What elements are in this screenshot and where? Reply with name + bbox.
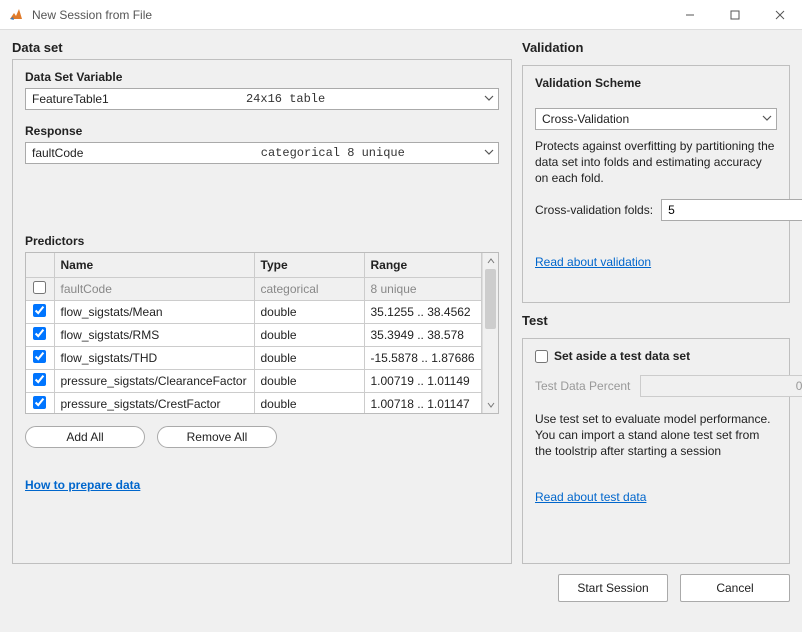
row-range: 35.3949 .. 38.578 [364, 323, 482, 346]
matlab-logo-icon [8, 7, 24, 23]
test-title: Test [522, 313, 790, 328]
scheme-label: Validation Scheme [535, 76, 777, 90]
test-link[interactable]: Read about test data [535, 490, 646, 504]
table-row[interactable]: pressure_sigstats/ClearanceFactor double… [26, 369, 482, 392]
col-name: Name [54, 253, 254, 277]
dataset-title: Data set [12, 40, 512, 55]
row-type: double [254, 392, 364, 413]
scheme-select[interactable]: Cross-Validation [535, 108, 777, 130]
row-name: flow_sigstats/THD [54, 346, 254, 369]
variable-select[interactable]: FeatureTable1 24x16 table [25, 88, 499, 110]
row-type: double [254, 369, 364, 392]
row-type: double [254, 323, 364, 346]
row-type: categorical [254, 277, 364, 300]
response-select[interactable]: faultCode categorical 8 unique [25, 142, 499, 164]
maximize-button[interactable] [712, 0, 757, 30]
row-checkbox[interactable] [33, 396, 46, 409]
scroll-thumb[interactable] [485, 269, 496, 329]
scroll-down-icon[interactable] [483, 397, 498, 413]
row-checkbox[interactable] [33, 350, 46, 363]
row-name: pressure_sigstats/ClearanceFactor [54, 369, 254, 392]
row-range: 1.00719 .. 1.01149 [364, 369, 482, 392]
row-checkbox[interactable] [33, 373, 46, 386]
table-row[interactable]: flow_sigstats/THD double -15.5878 .. 1.8… [26, 346, 482, 369]
validation-title: Validation [522, 40, 790, 55]
row-type: double [254, 300, 364, 323]
percent-input [640, 375, 802, 397]
validation-desc: Protects against overfitting by partitio… [535, 138, 777, 187]
table-row[interactable]: pressure_sigstats/CrestFactor double 1.0… [26, 392, 482, 413]
folds-input[interactable] [661, 199, 802, 221]
row-range: 1.00718 .. 1.01147 [364, 392, 482, 413]
folds-spinner[interactable] [661, 199, 751, 221]
col-checkbox [26, 253, 54, 277]
start-session-button[interactable]: Start Session [558, 574, 668, 602]
chevron-down-icon [762, 112, 772, 126]
table-row[interactable]: faultCode categorical 8 unique [26, 277, 482, 300]
folds-label: Cross-validation folds: [535, 203, 653, 217]
minimize-button[interactable] [667, 0, 712, 30]
add-all-button[interactable]: Add All [25, 426, 145, 448]
col-type: Type [254, 253, 364, 277]
variable-label: Data Set Variable [25, 70, 499, 84]
row-name: pressure_sigstats/CrestFactor [54, 392, 254, 413]
set-aside-checkbox[interactable] [535, 350, 548, 363]
validation-link[interactable]: Read about validation [535, 255, 651, 269]
row-name: faultCode [54, 277, 254, 300]
test-desc: Use test set to evaluate model performan… [535, 411, 777, 460]
percent-spinner [640, 375, 730, 397]
variable-meta: 24x16 table [246, 92, 325, 106]
close-button[interactable] [757, 0, 802, 30]
row-name: flow_sigstats/RMS [54, 323, 254, 346]
table-row[interactable]: flow_sigstats/Mean double 35.1255 .. 38.… [26, 300, 482, 323]
table-row[interactable]: flow_sigstats/RMS double 35.3949 .. 38.5… [26, 323, 482, 346]
set-aside-label: Set aside a test data set [554, 349, 690, 363]
row-name: flow_sigstats/Mean [54, 300, 254, 323]
row-checkbox[interactable] [33, 281, 46, 294]
percent-label: Test Data Percent [535, 379, 630, 393]
response-meta: categorical 8 unique [261, 146, 405, 160]
table-scrollbar[interactable] [482, 253, 498, 413]
remove-all-button[interactable]: Remove All [157, 426, 277, 448]
cancel-button[interactable]: Cancel [680, 574, 790, 602]
row-checkbox[interactable] [33, 304, 46, 317]
titlebar: New Session from File [0, 0, 802, 30]
window-title: New Session from File [32, 8, 667, 22]
response-value: faultCode [32, 146, 83, 160]
row-type: double [254, 346, 364, 369]
predictors-table: Name Type Range faultCode categorical 8 … [25, 252, 499, 414]
chevron-down-icon [484, 146, 494, 160]
variable-value: FeatureTable1 [32, 92, 109, 106]
prepare-data-link[interactable]: How to prepare data [25, 478, 499, 492]
row-range: 8 unique [364, 277, 482, 300]
col-range: Range [364, 253, 482, 277]
row-checkbox[interactable] [33, 327, 46, 340]
predictors-label: Predictors [25, 234, 499, 248]
response-label: Response [25, 124, 499, 138]
scroll-up-icon[interactable] [483, 253, 498, 269]
scheme-value: Cross-Validation [542, 112, 629, 126]
row-range: -15.5878 .. 1.87686 [364, 346, 482, 369]
row-range: 35.1255 .. 38.4562 [364, 300, 482, 323]
chevron-down-icon [484, 92, 494, 106]
